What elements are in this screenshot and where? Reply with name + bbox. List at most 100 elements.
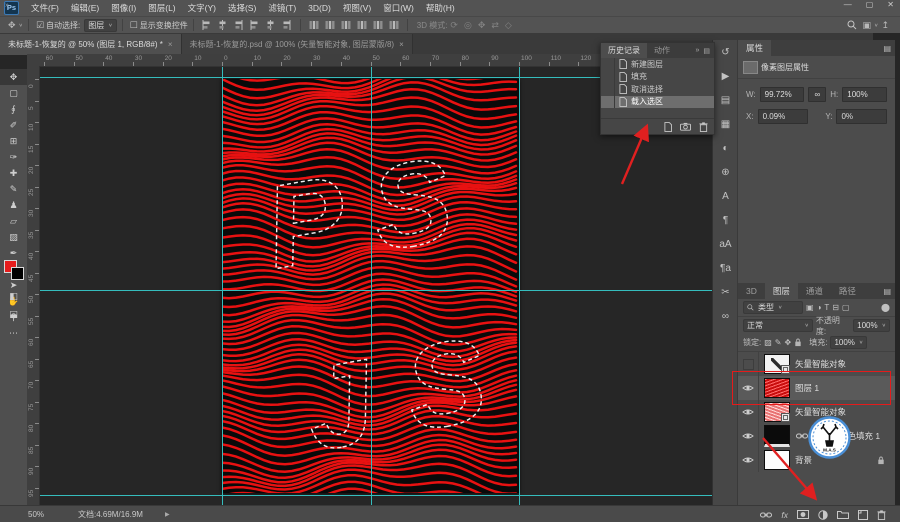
info-panel-icon[interactable]: ▦ (713, 112, 738, 136)
layer-thumbnail[interactable] (764, 402, 790, 422)
background-color-swatch[interactable] (11, 267, 24, 280)
layers-menu-icon[interactable]: ▤ (883, 287, 891, 296)
lock-transparent-icon[interactable]: ▨ (764, 338, 772, 347)
align-bottom-icon[interactable] (282, 20, 292, 30)
new-snapshot-icon[interactable] (680, 122, 691, 131)
tab-close-icon[interactable]: × (168, 40, 173, 49)
menu-item-1[interactable]: 编辑(E) (65, 0, 105, 16)
slide-3d-icon[interactable]: ⇄ (491, 20, 499, 31)
mask-link-icon[interactable] (796, 433, 808, 439)
eraser-tool[interactable]: ▱ (0, 213, 27, 229)
gradient-tool[interactable]: ▨ (0, 229, 27, 245)
distribute-left-icon[interactable] (357, 20, 367, 30)
history-state-0[interactable]: 新建图层 (601, 58, 714, 71)
menu-item-6[interactable]: 滤镜(T) (262, 0, 302, 16)
actions-panel-icon[interactable]: ▶ (713, 64, 738, 88)
menu-item-0[interactable]: 文件(F) (25, 0, 65, 16)
paragraph-panel-icon[interactable]: ¶ (713, 208, 738, 232)
panel-menu-icon[interactable]: ▤ (703, 47, 710, 55)
menu-item-10[interactable]: 帮助(H) (420, 0, 461, 16)
filter-shape-icon[interactable]: ⊟ (832, 303, 839, 312)
lock-paint-icon[interactable]: ✎ (775, 338, 782, 347)
clone-source-panel-icon[interactable]: ⊕ (713, 160, 738, 184)
history-state-1[interactable]: 填充 (601, 70, 714, 83)
y-field[interactable]: 0% (836, 109, 887, 124)
document-tab-0[interactable]: 未标题-1-恢复的 @ 50% (图层 1, RGB/8#) * × (0, 34, 182, 55)
styles-panel-icon[interactable]: ▤ (713, 88, 738, 112)
brush-tool[interactable]: ✎ (0, 181, 27, 197)
fill-select[interactable]: 100% ∨ (830, 336, 868, 349)
more-tools[interactable]: ⋯ (0, 325, 27, 341)
align-top-icon[interactable] (250, 20, 260, 30)
roll-3d-icon[interactable]: ◎ (464, 20, 472, 31)
new-group-icon[interactable] (837, 510, 849, 519)
filter-type-icon[interactable]: T (824, 303, 829, 312)
actions-tab[interactable]: 动作 (647, 43, 677, 58)
quick-selection-tool[interactable]: ✐ (0, 117, 27, 133)
screen-mode-button[interactable]: ⬓ (0, 306, 27, 322)
layer-thumbnail[interactable] (764, 425, 790, 447)
width-field[interactable]: 99.72% (759, 87, 805, 102)
filter-pixel-icon[interactable]: ▣ (806, 303, 814, 312)
auto-select-checkbox[interactable]: ☑ (36, 20, 44, 31)
lock-position-icon[interactable]: ✥ (785, 338, 792, 347)
tab-close-icon[interactable]: × (399, 40, 404, 49)
crop-tool[interactable]: ⊞ (0, 133, 27, 149)
auto-select-target-select[interactable]: 图层 ∨ (84, 18, 117, 32)
opacity-select[interactable]: 100% ∨ (853, 319, 890, 332)
distribute-bottom-icon[interactable] (341, 20, 351, 30)
clone-stamp-tool[interactable]: ♟ (0, 197, 27, 213)
history-source-checkbox[interactable] (601, 95, 615, 108)
history-tab[interactable]: 历史记录 (601, 43, 647, 58)
layer-visibility-eye-icon[interactable] (738, 448, 759, 472)
adjustments-panel-icon[interactable]: ◐ (713, 136, 738, 160)
maximize-button[interactable]: ▢ (866, 0, 874, 9)
character-styles-panel-icon[interactable]: aA (713, 232, 738, 256)
align-vcenter-icon[interactable] (266, 20, 276, 30)
link-layers-icon[interactable] (760, 512, 773, 518)
distribute-top-icon[interactable] (309, 20, 319, 30)
history-panel-icon[interactable]: ↺ (713, 40, 738, 64)
blend-mode-select[interactable]: 正常 ∨ (743, 319, 813, 332)
new-layer-icon[interactable] (858, 509, 868, 520)
healing-brush-tool[interactable]: ✚ (0, 165, 27, 181)
layer-filter-select[interactable]: 类型 ∨ (743, 301, 803, 314)
layers-tab-图层[interactable]: 图层 (764, 283, 798, 299)
new-document-from-state-icon[interactable] (664, 121, 672, 132)
layer-effects-icon[interactable]: fx (781, 510, 788, 520)
filter-adjustment-icon[interactable]: ◑ (817, 303, 822, 312)
close-button[interactable]: ✕ (887, 0, 894, 9)
history-source-checkbox[interactable] (601, 70, 615, 83)
distribute-hcenter-icon[interactable] (373, 20, 383, 30)
link-dimensions-icon[interactable]: ∞ (808, 87, 827, 102)
camera-3d-icon[interactable]: ◇ (505, 20, 512, 31)
delete-state-icon[interactable] (699, 121, 708, 132)
history-state-2[interactable]: 取消选择 (601, 83, 714, 96)
menu-item-7[interactable]: 3D(D) (302, 0, 337, 16)
lasso-tool[interactable]: ∮ (0, 101, 27, 117)
toolbar-collapse-icon[interactable]: » (5, 2, 9, 9)
eyedropper-tool[interactable]: ✑ (0, 149, 27, 165)
menu-item-4[interactable]: 文字(Y) (182, 0, 222, 16)
filter-smart-icon[interactable]: ▢ (842, 303, 850, 312)
workspace-switcher-icon[interactable]: ▣ (863, 20, 872, 31)
share-icon[interactable]: ↥ (881, 20, 889, 31)
workspace-caret-icon[interactable]: ∨ (874, 22, 878, 28)
tool-preset-caret-icon[interactable]: ∨ (19, 22, 23, 28)
height-field[interactable]: 100% (842, 87, 887, 102)
distribute-vcenter-icon[interactable] (325, 20, 335, 30)
status-expand-icon[interactable]: ▶ (165, 511, 170, 518)
pen-tool[interactable]: ✒ (0, 245, 27, 261)
distribute-right-icon[interactable] (389, 20, 399, 30)
layers-tab-通道[interactable]: 通道 (798, 283, 831, 299)
align-hcenter-icon[interactable] (218, 20, 228, 30)
history-state-3[interactable]: 载入选区 (601, 95, 714, 108)
properties-menu-icon[interactable]: ▤ (883, 44, 891, 53)
libraries-panel-icon[interactable]: ∞ (713, 304, 738, 328)
layer-visibility-eye-icon[interactable] (738, 424, 759, 448)
move-tool[interactable]: ✥ (0, 69, 27, 85)
delete-layer-icon[interactable] (877, 509, 886, 520)
paragraph-styles-panel-icon[interactable]: ¶a (713, 256, 738, 280)
character-panel-icon[interactable]: A (713, 184, 738, 208)
menu-item-8[interactable]: 视图(V) (337, 0, 377, 16)
